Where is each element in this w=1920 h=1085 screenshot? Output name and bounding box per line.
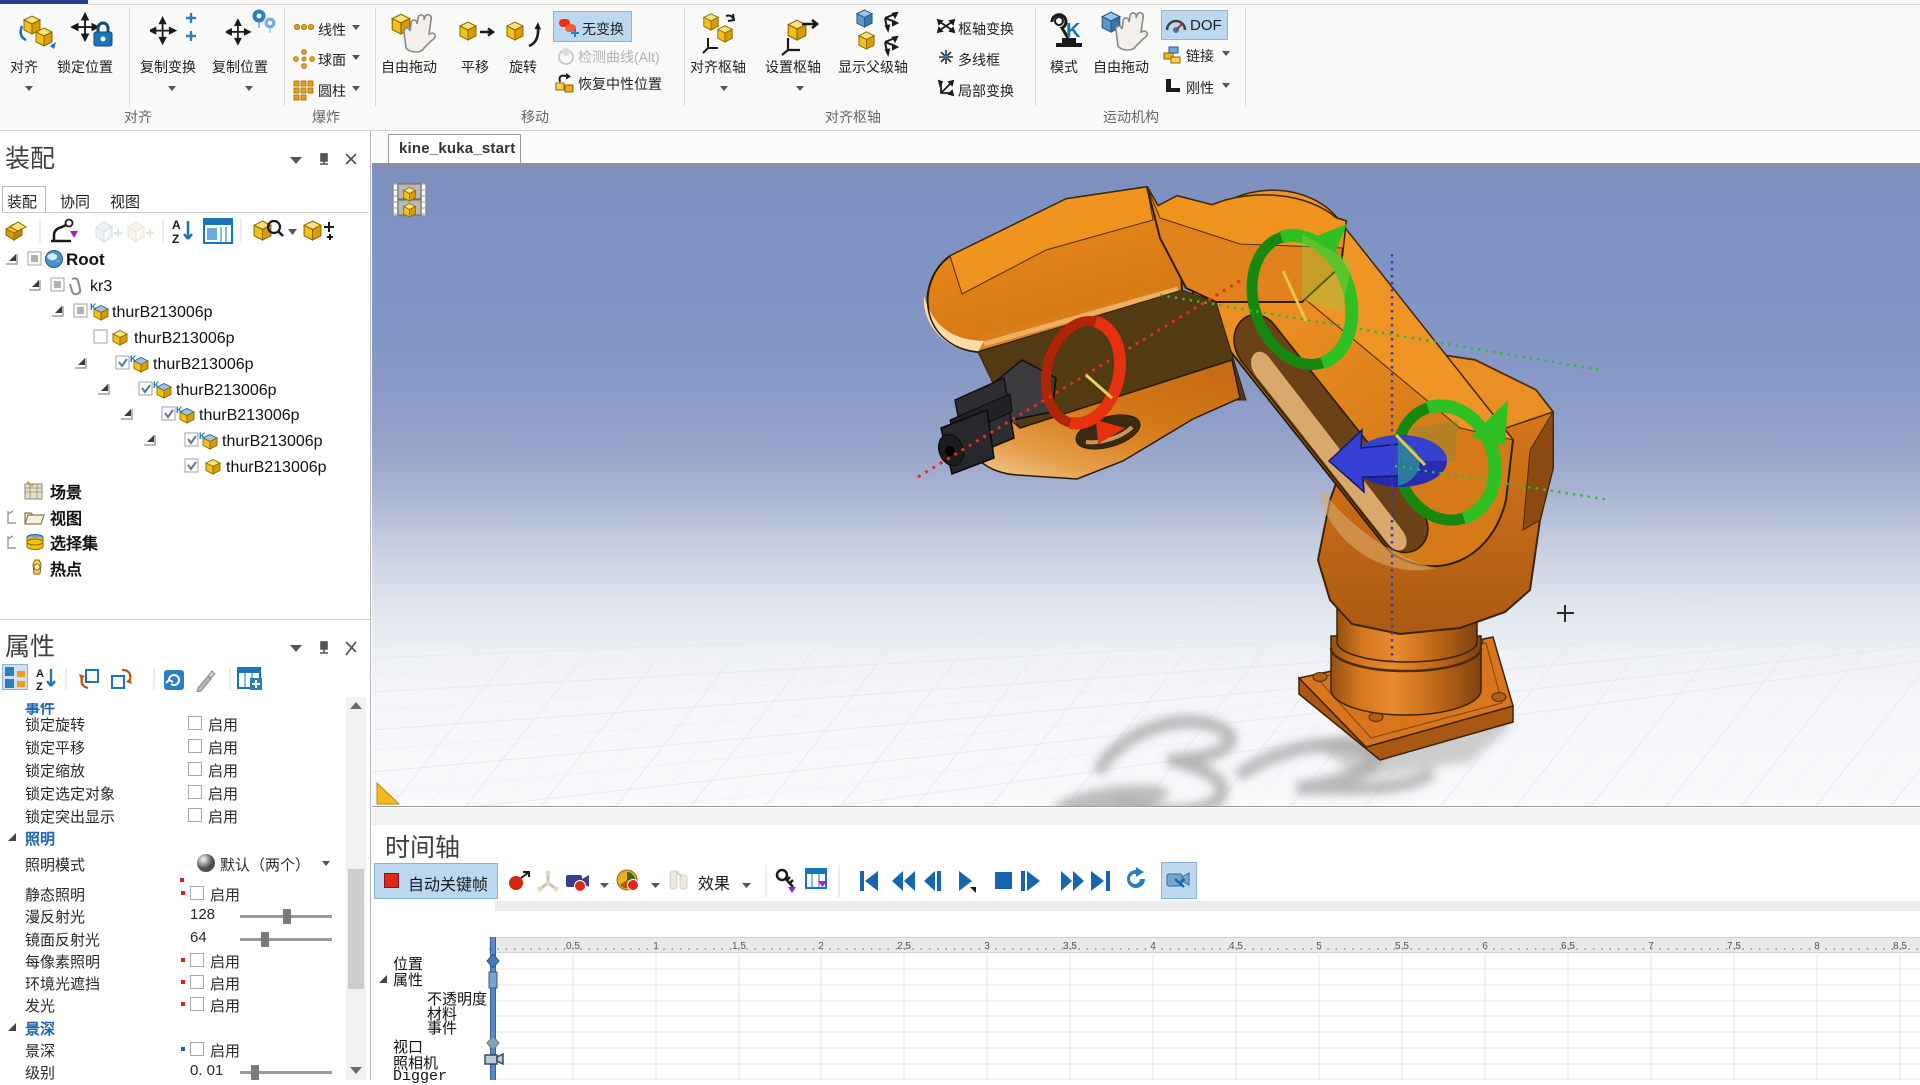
svg-text:thurB213006p: thurB213006p: [176, 382, 277, 399]
svg-text:8.5: 8.5: [1893, 941, 1907, 952]
svg-text:场景: 场景: [50, 484, 82, 502]
svg-text:thurB213006p: thurB213006p: [112, 304, 213, 321]
svg-text:A: A: [36, 668, 44, 680]
svg-text:thurB213006p: thurB213006p: [134, 330, 235, 347]
svg-text:thurB213006p: thurB213006p: [226, 459, 327, 476]
svg-text:视图: 视图: [50, 509, 82, 528]
svg-text:thurB213006p: thurB213006p: [153, 356, 254, 373]
svg-text:thurB213006p: thurB213006p: [199, 407, 300, 424]
svg-text:热点: 热点: [50, 560, 82, 579]
svg-text:8: 8: [1814, 941, 1820, 952]
svg-text:4.5: 4.5: [1229, 941, 1243, 952]
svg-text:6.5: 6.5: [1561, 941, 1575, 952]
svg-text:K: K: [1066, 20, 1081, 42]
svg-text:Root: Root: [66, 250, 105, 269]
svg-text:2: 2: [818, 941, 824, 952]
svg-text:6: 6: [1482, 941, 1488, 952]
svg-text:效果: 效果: [698, 875, 730, 893]
svg-text:3: 3: [984, 941, 990, 952]
svg-text:1.5: 1.5: [732, 941, 746, 952]
svg-text:0.5: 0.5: [566, 941, 580, 952]
svg-text:Z: Z: [172, 232, 179, 245]
svg-text:7: 7: [1648, 941, 1654, 952]
svg-text:7.5: 7.5: [1727, 941, 1741, 952]
svg-text:1: 1: [653, 941, 659, 952]
svg-text:5.5: 5.5: [1395, 941, 1409, 952]
svg-text:5: 5: [1316, 941, 1322, 952]
svg-text:thurB213006p: thurB213006p: [222, 433, 323, 450]
svg-text:3.5: 3.5: [1063, 941, 1077, 952]
svg-text:选择集: 选择集: [50, 534, 99, 553]
svg-text:kr3: kr3: [90, 278, 112, 295]
svg-text:2.5: 2.5: [897, 941, 911, 952]
svg-text:Z: Z: [36, 681, 43, 692]
svg-text:4: 4: [1150, 941, 1156, 952]
svg-text:A: A: [172, 218, 181, 232]
